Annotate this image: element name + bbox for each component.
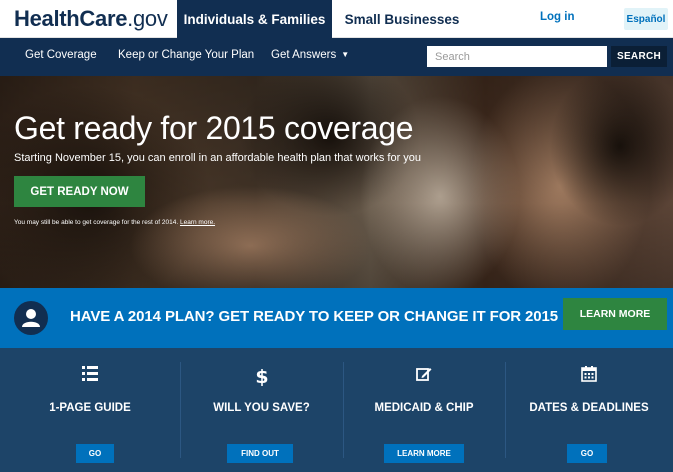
person-icon [14, 301, 48, 335]
caret-down-icon: ▼ [341, 50, 350, 59]
hero-section: Get ready for 2015 coverage Starting Nov… [0, 76, 673, 288]
top-bar: HealthCare.gov Individuals & Families Sm… [0, 0, 673, 38]
dates-go-button[interactable]: GO [567, 444, 607, 463]
nav-get-answers[interactable]: Get Answers ▼ [271, 49, 349, 61]
tab-small-businesses[interactable]: Small Businesses [332, 0, 472, 38]
tile-label: DATES & DEADLINES [529, 402, 649, 414]
logo-healthcare-text: HealthCare [14, 6, 128, 31]
banner-learn-more-button[interactable]: LEARN MORE [563, 298, 667, 330]
banner-text: HAVE A 2014 PLAN? GET READY TO KEEP OR C… [70, 308, 559, 325]
feature-tiles: 1-PAGE GUIDE GO $ WILL YOU SAVE? FIND OU… [0, 348, 673, 472]
edit-icon [343, 366, 505, 382]
tile-label: WILL YOU SAVE? [213, 402, 310, 414]
login-link[interactable]: Log in [540, 11, 575, 23]
hero-learn-more-link[interactable]: Learn more. [180, 219, 215, 226]
nav-get-answers-label: Get Answers [271, 49, 337, 61]
hero-title: Get ready for 2015 coverage [14, 110, 414, 146]
get-ready-now-button[interactable]: GET READY NOW [14, 176, 145, 207]
tile-dates-deadlines: DATES & DEADLINES GO [505, 348, 673, 472]
tile-medicaid-chip: MEDICAID & CHIP LEARN MORE [343, 348, 505, 472]
nav-keep-or-change-plan[interactable]: Keep or Change Your Plan [118, 49, 254, 61]
list-icon [0, 366, 180, 381]
svg-text:$: $ [255, 366, 268, 386]
calendar-icon [505, 366, 673, 382]
tile-will-you-save: $ WILL YOU SAVE? FIND OUT [180, 348, 343, 472]
medicaid-learn-more-button[interactable]: LEARN MORE [384, 444, 464, 463]
logo-gov-text: .gov [127, 6, 168, 31]
nav-get-coverage[interactable]: Get Coverage [25, 49, 97, 61]
search-input[interactable]: Search [427, 46, 607, 67]
find-out-button[interactable]: FIND OUT [227, 444, 293, 463]
healthcare-gov-logo[interactable]: HealthCare.gov [14, 6, 168, 32]
tab-individuals-families[interactable]: Individuals & Families [177, 0, 332, 38]
espanol-button[interactable]: Español [624, 8, 668, 30]
tile-label: 1-PAGE GUIDE [49, 402, 131, 414]
hero-subtitle: Starting November 15, you can enroll in … [14, 152, 422, 164]
hero-note: You may still be able to get coverage fo… [14, 219, 215, 226]
tile-label: MEDICAID & CHIP [374, 402, 474, 414]
guide-go-button[interactable]: GO [76, 444, 114, 463]
hero-note-text: You may still be able to get coverage fo… [14, 219, 179, 226]
search-button[interactable]: SEARCH [611, 46, 667, 67]
dollar-icon: $ [180, 366, 343, 386]
tile-one-page-guide: 1-PAGE GUIDE GO [0, 348, 180, 472]
